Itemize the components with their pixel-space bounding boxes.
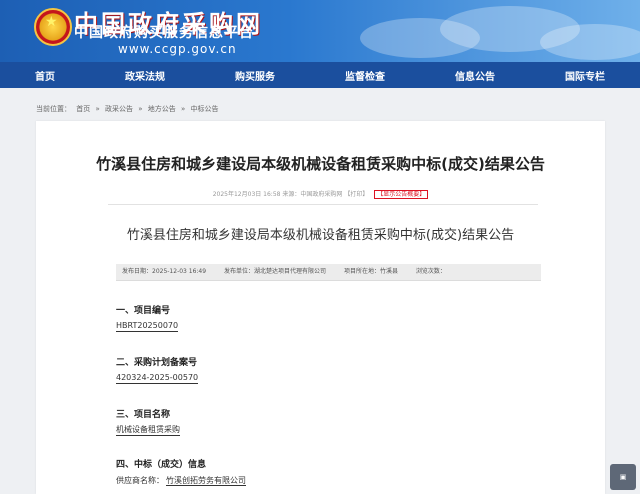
supplier-row: 供应商名称： 竹溪创拓劳务有限公司 (116, 475, 246, 486)
breadcrumb-separator: » (138, 105, 143, 113)
article-title: 竹溪县住房和城乡建设局本级机械设备租赁采购中标(成交)结果公告 (96, 155, 545, 173)
section-project-number-heading: 一、项目编号 (116, 306, 171, 316)
nav-purchase-services[interactable]: 购买服务 (227, 68, 283, 83)
breadcrumb-separator: » (181, 105, 186, 113)
article-card: 竹溪县住房和城乡建设局本级机械设备租赁采购中标(成交)结果公告 2025年12月… (36, 121, 605, 494)
site-url: www.ccgp.gov.cn (118, 42, 237, 56)
breadcrumb-procurement[interactable]: 政采公告 (105, 105, 133, 113)
breadcrumb-separator: » (95, 105, 100, 113)
nav-supervision[interactable]: 监督检查 (337, 68, 393, 83)
watermark-logo-icon: ▣ (610, 464, 636, 490)
breadcrumb-local[interactable]: 地方公告 (148, 105, 176, 113)
nav-home[interactable]: 首页 (27, 68, 63, 83)
breadcrumb-award[interactable]: 中标公告 (191, 105, 219, 113)
view-count: 浏览次数： (415, 268, 446, 275)
breadcrumb-home[interactable]: 首页 (76, 105, 90, 113)
cloud-decoration (540, 24, 640, 60)
article-subtitle: 竹溪县住房和城乡建设局本级机械设备租赁采购中标(成交)结果公告 (126, 228, 515, 243)
info-bar: 发布日期：2025-12-03 16:49 发布单位：湖北楚达项目代理有限公司 … (116, 264, 541, 281)
site-subtitle: 中国政府购买服务信息平台 (74, 25, 254, 41)
section-plan-record-heading: 二、采购计划备案号 (116, 358, 198, 368)
breadcrumb-prefix: 当前位置： (36, 105, 71, 113)
site-header-banner: ★ 中国政府采购网 中国政府购买服务信息平台 www.ccgp.gov.cn (0, 0, 640, 62)
breadcrumb: 当前位置： 首页 » 政采公告 » 地方公告 » 中标公告 (36, 104, 222, 114)
print-link[interactable]: 【打印】 (344, 191, 368, 198)
project-district: 项目所在地：竹溪县 (343, 268, 398, 275)
meta-source: 来源：中国政府采购网 (282, 191, 343, 198)
meta-time: 2025年12月03日 16:58 (212, 191, 281, 198)
supplier-label: 供应商名称： (116, 476, 164, 485)
publisher: 发布单位：湖北楚达项目代理有限公司 (224, 268, 327, 275)
supplier-value: 竹溪创拓劳务有限公司 (166, 476, 246, 486)
section-award-info-heading: 四、中标（成交）信息 (116, 460, 207, 470)
summary-toggle[interactable]: 【显示公告概要】 (374, 190, 429, 199)
publish-date: 发布日期：2025-12-03 16:49 (122, 268, 207, 275)
plan-record-value: 420324-2025-00570 (116, 373, 199, 384)
project-number-value: HBRT20250070 (116, 321, 179, 332)
nav-international[interactable]: 国际专栏 (557, 68, 613, 83)
nav-announcements[interactable]: 信息公告 (447, 68, 503, 83)
nav-regulations[interactable]: 政采法规 (117, 68, 173, 83)
article-meta: 2025年12月03日 16:58 来源：中国政府采购网 【打印】 【显示公告概… (36, 189, 605, 199)
divider (108, 204, 538, 205)
section-project-name-heading: 三、项目名称 (116, 410, 171, 420)
project-name-value: 机械设备租赁采购 (116, 425, 180, 436)
main-nav: 首页 政采法规 购买服务 监督检查 信息公告 国际专栏 (0, 62, 640, 88)
national-emblem-icon: ★ (34, 8, 72, 46)
